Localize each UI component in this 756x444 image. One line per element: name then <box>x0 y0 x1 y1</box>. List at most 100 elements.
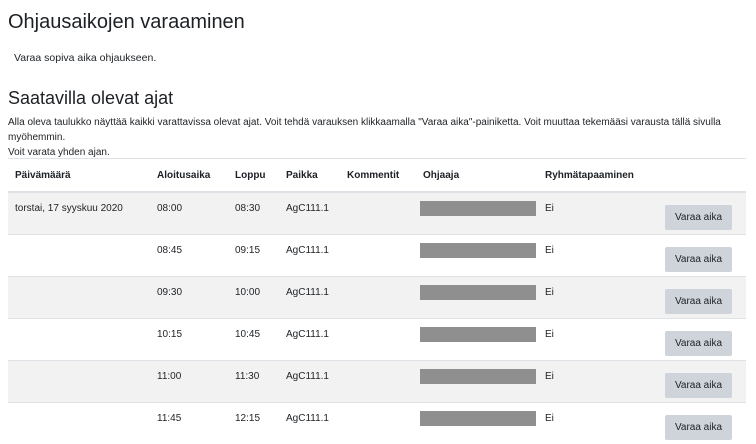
cell-date <box>8 277 150 319</box>
cell-end-text: 11:30 <box>235 371 259 382</box>
redacted-tutor-name <box>420 201 536 216</box>
cell-location: AgC111.1 <box>279 235 340 277</box>
cell-tutor <box>416 192 538 235</box>
cell-start-text: 08:00 <box>157 203 182 214</box>
cell-end: 12:15 <box>228 403 279 444</box>
header-start: Aloitusaika <box>150 159 228 193</box>
cell-action: Varaa aika <box>656 235 746 277</box>
cell-group-text: Ei <box>545 287 554 298</box>
cell-location-text: AgC111.1 <box>286 413 329 424</box>
slots-table: Päivämäärä Aloitusaika Loppu Paikka Komm… <box>8 158 746 444</box>
book-slot-button[interactable]: Varaa aika <box>665 331 732 356</box>
cell-end: 11:30 <box>228 361 279 403</box>
cell-location-text: AgC111.1 <box>286 329 329 340</box>
book-slot-button[interactable]: Varaa aika <box>665 373 732 398</box>
table-row: 10:15 10:45 AgC111.1 Ei Varaa aika <box>8 319 746 361</box>
cell-start-text: 09:30 <box>157 287 182 298</box>
table-row: torstai, 17 syyskuu 2020 08:00 08:30 AgC… <box>8 192 746 235</box>
section-title: Saatavilla olevat ajat <box>8 88 173 109</box>
cell-group: Ei <box>538 192 656 235</box>
cell-location-text: AgC111.1 <box>286 203 329 214</box>
cell-date <box>8 235 150 277</box>
cell-location-text: AgC111.1 <box>286 245 329 256</box>
book-slot-button[interactable]: Varaa aika <box>665 415 732 440</box>
redacted-tutor-name <box>420 327 536 342</box>
cell-start-text: 11:00 <box>157 371 181 382</box>
header-comments: Kommentit <box>340 159 416 193</box>
cell-start: 08:45 <box>150 235 228 277</box>
cell-tutor <box>416 403 538 444</box>
cell-tutor <box>416 235 538 277</box>
cell-end-text: 10:00 <box>235 287 260 298</box>
cell-date <box>8 319 150 361</box>
cell-date-text: torstai, 17 syyskuu 2020 <box>15 203 123 214</box>
cell-comments <box>340 192 416 235</box>
redacted-tutor-name <box>420 285 536 300</box>
header-tutor: Ohjaaja <box>416 159 538 193</box>
cell-start: 08:00 <box>150 192 228 235</box>
page-title: Ohjausaikojen varaaminen <box>8 11 245 34</box>
cell-group-text: Ei <box>545 329 554 340</box>
cell-group: Ei <box>538 403 656 444</box>
cell-start: 10:15 <box>150 319 228 361</box>
header-date: Päivämäärä <box>8 159 150 193</box>
book-slot-button[interactable]: Varaa aika <box>665 205 732 230</box>
cell-location-text: AgC111.1 <box>286 371 329 382</box>
cell-start: 11:45 <box>150 403 228 444</box>
header-location: Paikka <box>279 159 340 193</box>
cell-end: 10:45 <box>228 319 279 361</box>
cell-comments <box>340 277 416 319</box>
section-description: Alla oleva taulukko näyttää kaikki varat… <box>8 115 750 160</box>
cell-start-text: 11:45 <box>157 413 181 424</box>
cell-start-text: 10:15 <box>157 329 182 340</box>
cell-tutor <box>416 319 538 361</box>
cell-group-text: Ei <box>545 371 554 382</box>
cell-date: torstai, 17 syyskuu 2020 <box>8 192 150 235</box>
page-intro: Varaa sopiva aika ohjaukseen. <box>14 52 156 64</box>
cell-group: Ei <box>538 277 656 319</box>
cell-start: 11:00 <box>150 361 228 403</box>
table-row: 09:30 10:00 AgC111.1 Ei Varaa aika <box>8 277 746 319</box>
cell-location: AgC111.1 <box>279 277 340 319</box>
book-slot-button[interactable]: Varaa aika <box>665 289 732 314</box>
cell-group-text: Ei <box>545 245 554 256</box>
cell-group: Ei <box>538 361 656 403</box>
cell-end-text: 08:30 <box>235 203 260 214</box>
cell-action: Varaa aika <box>656 403 746 444</box>
redacted-tutor-name <box>420 243 536 258</box>
cell-location: AgC111.1 <box>279 361 340 403</box>
cell-location: AgC111.1 <box>279 403 340 444</box>
table-row: 11:00 11:30 AgC111.1 Ei Varaa aika <box>8 361 746 403</box>
cell-group-text: Ei <box>545 413 554 424</box>
cell-date <box>8 403 150 444</box>
cell-end-text: 12:15 <box>235 413 260 424</box>
cell-location: AgC111.1 <box>279 319 340 361</box>
redacted-tutor-name <box>420 369 536 384</box>
book-slot-button[interactable]: Varaa aika <box>665 247 732 272</box>
cell-end: 09:15 <box>228 235 279 277</box>
cell-start-text: 08:45 <box>157 245 182 256</box>
table-row: 11:45 12:15 AgC111.1 Ei Varaa aika <box>8 403 746 444</box>
cell-group-text: Ei <box>545 203 554 214</box>
cell-group: Ei <box>538 319 656 361</box>
cell-comments <box>340 319 416 361</box>
cell-end-text: 09:15 <box>235 245 260 256</box>
cell-group: Ei <box>538 235 656 277</box>
cell-action: Varaa aika <box>656 277 746 319</box>
cell-end: 08:30 <box>228 192 279 235</box>
cell-tutor <box>416 277 538 319</box>
header-group: Ryhmätapaaminen <box>538 159 656 193</box>
table-header-row: Päivämäärä Aloitusaika Loppu Paikka Komm… <box>8 159 746 193</box>
redacted-tutor-name <box>420 411 536 426</box>
cell-date <box>8 361 150 403</box>
header-action <box>656 159 746 193</box>
cell-start: 09:30 <box>150 277 228 319</box>
cell-end: 10:00 <box>228 277 279 319</box>
cell-end-text: 10:45 <box>235 329 260 340</box>
cell-comments <box>340 235 416 277</box>
cell-comments <box>340 361 416 403</box>
cell-location: AgC111.1 <box>279 192 340 235</box>
cell-location-text: AgC111.1 <box>286 287 329 298</box>
cell-tutor <box>416 361 538 403</box>
table-row: 08:45 09:15 AgC111.1 Ei Varaa aika <box>8 235 746 277</box>
